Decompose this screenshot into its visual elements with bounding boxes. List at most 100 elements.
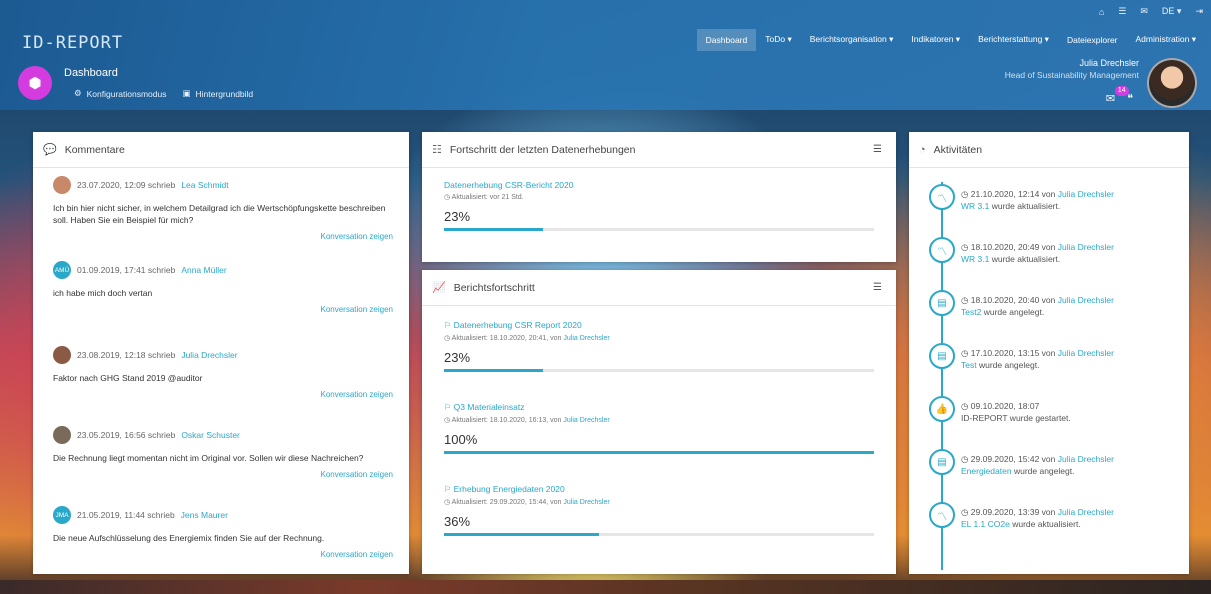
document-icon: ▤ [929, 449, 955, 475]
config-mode-link[interactable]: ⚙ Konfigurationsmodus [74, 88, 166, 99]
activity-meta: ◷ 09.10.2020, 18:07 [961, 400, 1183, 412]
activity-action: wurde aktualisiert. [1012, 519, 1081, 529]
comment-author-link[interactable]: Oskar Schuster [181, 430, 240, 440]
comment-author-link[interactable]: Lea Schmidt [181, 180, 228, 190]
progress-updated: ◷ Aktualisiert: 18.10.2020, 20:41, von J… [444, 334, 874, 342]
comment-date: 21.05.2019, 11:44 schrieb [77, 510, 175, 520]
comment-text: Die Rechnung liegt momentan nicht im Ori… [53, 453, 364, 463]
home-icon[interactable]: ⌂ [1099, 7, 1104, 17]
clock-icon: ◷ [444, 335, 452, 342]
progress-updated-text: Aktualisiert: 29.09.2020, 15:44, von [451, 499, 562, 506]
nav-item[interactable]: Berichterstattung ▾ [969, 28, 1058, 51]
mail-icon[interactable]: ✉ [1140, 6, 1148, 17]
background-image-link[interactable]: ▣ Hintergrundbild [182, 88, 253, 99]
app-logo[interactable]: ID-REPORT [22, 33, 123, 53]
language-select[interactable]: DE ▾ [1162, 6, 1182, 17]
activity-date: 29.09.2020, 15:42 von [970, 454, 1056, 464]
activity-description: Energiedaten wurde angelegt. [961, 465, 1183, 477]
messages-button[interactable]: ✉ 14 [1106, 86, 1129, 105]
clock-icon: ◷ [961, 507, 971, 517]
show-conversation-link[interactable]: Konversation zeigen [53, 550, 394, 559]
clock-icon: ◷ [961, 242, 971, 252]
progress-title-link[interactable]: ⚐ Erhebung Energiedaten 2020 [444, 484, 874, 495]
activity-date: 17.10.2020, 13:15 von [970, 348, 1056, 358]
progress-updated: ◷ Aktualisiert: 18.10.2020, 16:13, von J… [444, 416, 874, 424]
document-icon: ▤ [929, 290, 955, 316]
clock-icon: ◷ [961, 189, 971, 199]
comment-avatar [53, 346, 71, 364]
chart-icon: 〽 [929, 237, 955, 263]
show-conversation-link[interactable]: Konversation zeigen [53, 390, 394, 399]
progress-fill [444, 228, 543, 231]
clock-icon: ◷ [444, 499, 452, 506]
nav-item[interactable]: Indikatoren ▾ [902, 28, 969, 51]
progress-title-link[interactable]: Datenerhebung CSR-Bericht 2020 [444, 180, 874, 190]
activity-meta: ◷ 29.09.2020, 15:42 von Julia Drechsler [961, 453, 1183, 465]
activity-object-link[interactable]: Test [961, 360, 977, 370]
activity-object-link[interactable]: WR 3.1 [961, 201, 989, 211]
activity-action: wurde aktualisiert. [991, 201, 1061, 211]
comment-author-link[interactable]: Julia Drechsler [181, 350, 237, 360]
clock-icon: ◷ [961, 295, 971, 305]
activity-author-link[interactable]: Julia Drechsler [1058, 507, 1114, 517]
show-conversation-link[interactable]: Konversation zeigen [53, 232, 394, 241]
clock-icon: ◷ [961, 348, 971, 358]
activity-meta: ◷ 21.10.2020, 12:14 von Julia Drechsler [961, 188, 1183, 200]
activity-author-link[interactable]: Julia Drechsler [1058, 348, 1114, 358]
config-mode-label: Konfigurationsmodus [86, 88, 167, 99]
progress-value: 36% [444, 514, 471, 529]
clock-icon: ◷ [961, 454, 971, 464]
comments-header: 💬 Kommentare [33, 132, 409, 168]
nav-item[interactable]: Dateiexplorer [1058, 29, 1127, 51]
chart-icon: 〽 [929, 502, 955, 528]
activity-action: wurde angelegt. [983, 307, 1045, 317]
grid-menu-icon[interactable]: ☰ [873, 144, 882, 155]
main-nav: Dashboard ToDo ▾ Berichtsorganisation ▾ Ind… [696, 28, 1205, 51]
activity-description: WR 3.1 wurde aktualisiert. [961, 200, 1183, 212]
show-conversation-link[interactable]: Konversation zeigen [53, 305, 394, 314]
nav-item[interactable]: Dashboard [696, 28, 757, 51]
progress-updated-by-link[interactable]: Julia Drechsler [563, 417, 609, 424]
show-conversation-link[interactable]: Konversation zeigen [53, 470, 394, 479]
activity-action: wurde angelegt. [978, 360, 1040, 370]
activity-author-link[interactable]: Julia Drechsler [1058, 295, 1114, 305]
progress-title-link[interactable]: ⚐ Datenerhebung CSR Report 2020 [444, 320, 874, 331]
comment-author-link[interactable]: Jens Maurer [181, 510, 228, 520]
user-role: Head of Sustainability Management [1004, 70, 1139, 80]
nav-item[interactable]: Berichtsorganisation ▾ [801, 28, 903, 51]
activity-author-link[interactable]: Julia Drechsler [1058, 242, 1114, 252]
activity-body: ◷ 29.09.2020, 15:42 von Julia Drechsler E… [961, 453, 1183, 477]
gear-icon: ⚙ [74, 88, 82, 98]
survey-progress-panel: ☷ Fortschritt der letzten Datenerhebunge… [422, 132, 896, 262]
user-name[interactable]: Julia Drechsler [1005, 58, 1139, 68]
activity-object-link[interactable]: Energiedaten [961, 466, 1012, 476]
activity-object-link[interactable]: Test2 [961, 307, 981, 317]
clock-icon: ◷ [444, 194, 452, 201]
activity-author-link[interactable]: Julia Drechsler [1058, 454, 1114, 464]
activity-date: 18.10.2020, 20:49 von [970, 242, 1056, 252]
clock-icon: ◷ [444, 417, 452, 424]
bookmark-icon: ⚐ [444, 320, 452, 330]
activity-description: ID-REPORT wurde gestartet. [961, 412, 1183, 424]
nav-item[interactable]: ToDo ▾ [756, 28, 800, 51]
logout-icon[interactable]: ⇥ [1195, 6, 1203, 17]
message-count-badge: 14 [1114, 86, 1129, 96]
progress-updated-by-link[interactable]: Julia Drechsler [563, 499, 609, 506]
activity-body: ◷ 09.10.2020, 18:07 ID-REPORT wurde gesta… [961, 400, 1183, 424]
activity-author-link[interactable]: Julia Drechsler [1058, 189, 1114, 199]
progress-fill [444, 533, 599, 536]
progress-title-link[interactable]: ⚐ Q3 Materialeinsatz [444, 402, 874, 413]
grid-menu-icon[interactable]: ☰ [873, 282, 882, 293]
cube-icon: ⬢ [18, 66, 52, 100]
page-title: Dashboard [64, 67, 118, 79]
comment-author-link[interactable]: Anna Müller [181, 265, 226, 275]
progress-item: Datenerhebung CSR-Bericht 2020 ◷ Aktualis… [422, 180, 896, 231]
progress-updated-by-link[interactable]: Julia Drechsler [563, 335, 609, 342]
user-avatar[interactable] [1147, 58, 1197, 108]
nav-item[interactable]: Administration ▾ [1127, 28, 1205, 51]
comment-date: 01.09.2019, 17:41 schrieb [77, 265, 176, 275]
activity-body: ◷ 21.10.2020, 12:14 von Julia Drechsler W… [961, 188, 1183, 212]
activity-object-link[interactable]: WR 3.1 [961, 254, 989, 264]
activity-object-link[interactable]: EL 1.1 CO2e [961, 519, 1010, 529]
list-icon[interactable]: ☰ [1118, 6, 1126, 17]
